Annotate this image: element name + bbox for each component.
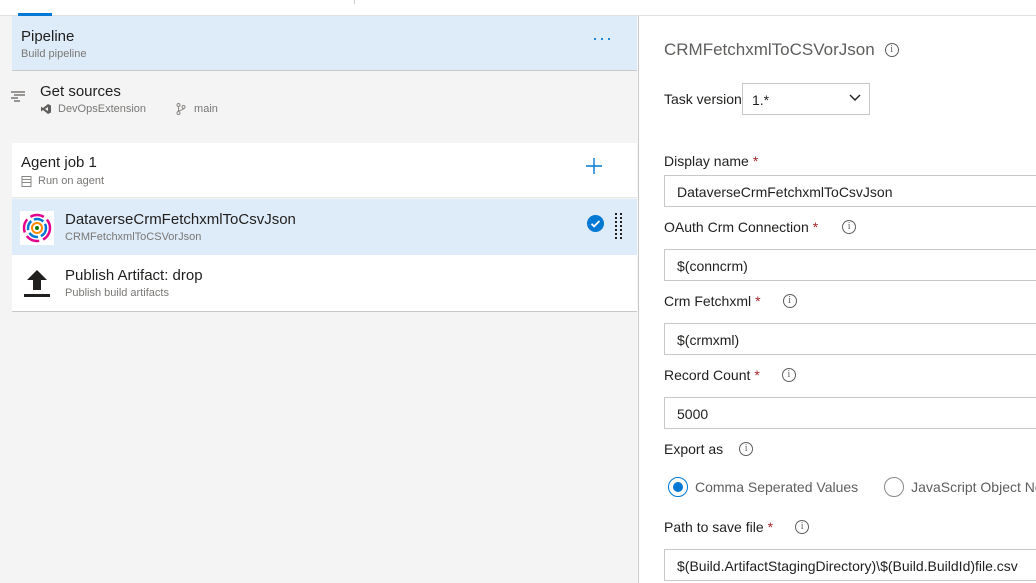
fetchxml-label: Crm Fetchxml	[664, 293, 752, 309]
required-marker: *	[767, 519, 774, 535]
radio-csv-label[interactable]: Comma Seperated Values	[695, 479, 858, 495]
details-title: CRMFetchxmlToCSVorJson	[664, 40, 875, 59]
task-details-panel: CRMFetchxmlToCSVorJson i Task version 1.…	[638, 16, 1036, 583]
visual-studio-icon	[41, 104, 51, 114]
list-icon	[11, 91, 25, 102]
required-marker: *	[754, 367, 760, 383]
task-item-dataverse[interactable]: DataverseCrmFetchxmlToCsvJson CRMFetchxm…	[12, 199, 637, 255]
pipeline-title: Pipeline	[21, 28, 75, 45]
drag-handle-icon[interactable]	[614, 212, 624, 242]
dataverse-task-icon	[20, 211, 54, 245]
details-title-row: CRMFetchxmlToCSVorJson i	[664, 40, 899, 60]
required-marker: *	[812, 219, 819, 235]
info-icon[interactable]: i	[884, 43, 899, 57]
task-subtitle: Publish build artifacts	[65, 287, 169, 299]
oauth-connection-input[interactable]: $(conncrm)	[664, 249, 1036, 281]
fetchxml-input[interactable]: $(crmxml)	[664, 323, 1036, 355]
required-marker: *	[755, 293, 761, 309]
get-sources-item[interactable]: Get sources DevOpsExtension main	[0, 72, 637, 128]
fetchxml-label-row: Crm Fetchxml * i	[664, 293, 797, 309]
upload-icon	[24, 270, 50, 297]
chevron-down-icon	[849, 94, 861, 101]
get-sources-title: Get sources	[40, 83, 121, 100]
checkmark-circle-icon	[587, 215, 604, 232]
record-count-input[interactable]: 5000	[664, 397, 1036, 429]
task-title: DataverseCrmFetchxmlToCsvJson	[65, 211, 296, 228]
export-as-label: Export as	[664, 441, 724, 457]
record-count-label: Record Count	[664, 367, 751, 383]
agent-job-title: Agent job 1	[21, 154, 97, 171]
task-item-publish-artifact[interactable]: Publish Artifact: drop Publish build art…	[12, 255, 637, 312]
required-marker: *	[752, 153, 759, 169]
add-task-icon[interactable]	[585, 157, 603, 175]
top-tab-bar	[0, 0, 1036, 16]
radio-json-label[interactable]: JavaScript Object Notation	[911, 479, 1036, 495]
branch-name: main	[194, 103, 218, 115]
task-subtitle: CRMFetchxmlToCSVorJson	[65, 231, 202, 243]
info-icon[interactable]: i	[795, 520, 810, 534]
radio-json[interactable]	[884, 477, 905, 497]
info-icon[interactable]: i	[781, 368, 796, 382]
agent-job-subtitle: Run on agent	[38, 175, 105, 187]
export-as-label-row: Export as i	[664, 441, 754, 457]
tab-divider	[354, 0, 355, 4]
pipeline-header[interactable]: Pipeline Build pipeline ···	[12, 16, 637, 71]
task-version-select[interactable]: 1.*	[742, 83, 870, 115]
export-as-radio-group: Comma Seperated Values JavaScript Object…	[668, 477, 1036, 497]
more-actions-button[interactable]: ···	[592, 28, 613, 48]
task-version-label: Task version	[664, 91, 742, 107]
task-version-value: 1.*	[752, 92, 770, 108]
path-input[interactable]: $(Build.ArtifactStagingDirectory)\$(Buil…	[664, 549, 1036, 581]
oauth-label: OAuth Crm Connection	[664, 219, 809, 235]
path-label-row: Path to save file * i	[664, 519, 810, 535]
get-sources-meta: DevOpsExtension main	[40, 103, 218, 115]
task-title: Publish Artifact: drop	[65, 267, 203, 284]
display-name-label-row: Display name *	[664, 153, 758, 169]
pipeline-tree-panel: Pipeline Build pipeline ··· Get sources …	[0, 16, 637, 583]
oauth-label-row: OAuth Crm Connection * i	[664, 219, 857, 235]
display-name-input[interactable]: DataverseCrmFetchxmlToCsvJson	[664, 175, 1036, 207]
path-label: Path to save file	[664, 519, 764, 535]
info-icon[interactable]: i	[739, 442, 754, 456]
branch-icon	[176, 103, 186, 115]
info-icon[interactable]: i	[782, 294, 797, 308]
pipeline-subtitle: Build pipeline	[21, 48, 87, 60]
record-count-label-row: Record Count * i	[664, 367, 796, 383]
agent-job-item[interactable]: Agent job 1 Run on agent	[12, 143, 637, 198]
display-name-label: Display name	[664, 153, 749, 169]
radio-csv[interactable]	[668, 477, 688, 497]
repo-name: DevOpsExtension	[58, 103, 147, 115]
info-icon[interactable]: i	[842, 220, 857, 234]
server-icon	[21, 175, 32, 187]
agent-job-subtitle-row: Run on agent	[21, 175, 104, 187]
